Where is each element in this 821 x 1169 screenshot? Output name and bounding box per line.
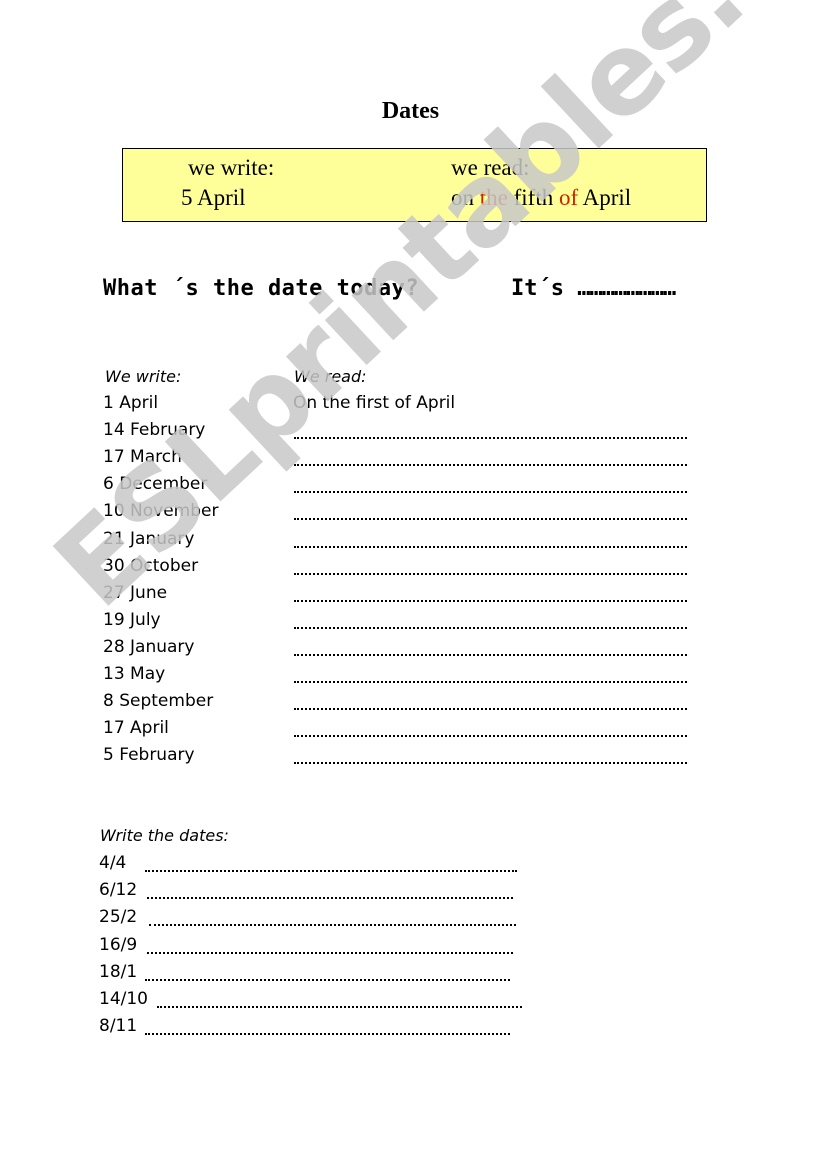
- answer-blank-line[interactable]: [294, 545, 687, 548]
- date-written: 14 February: [103, 420, 206, 441]
- date-code: 25/2: [99, 907, 138, 928]
- date-code: 8/11: [99, 1016, 138, 1037]
- example-read-value: on the fifth of April: [451, 184, 631, 212]
- answer-blank-line[interactable]: [294, 464, 687, 467]
- date-code: 14/10: [99, 989, 148, 1009]
- date-written: 28 January: [103, 636, 195, 657]
- answer-blank-line[interactable]: [147, 897, 513, 900]
- answer-blank-line[interactable]: [294, 599, 687, 602]
- answer-blank-line[interactable]: [157, 1006, 522, 1008]
- date-code: 18/1: [99, 961, 138, 982]
- table-row: 5 February: [103, 745, 703, 772]
- header-we-write: We write:: [105, 367, 182, 386]
- date-written: 10 November: [103, 501, 219, 522]
- write-dates-header: Write the dates:: [100, 826, 229, 845]
- answer-prefix: It´s: [511, 276, 564, 301]
- date-code: 6/12: [99, 880, 138, 901]
- date-written: 21 January: [103, 528, 195, 549]
- question-text: What ´s the date today?: [103, 276, 420, 301]
- answer-blank-line[interactable]: [294, 762, 687, 765]
- table-row: 21 January: [103, 529, 703, 556]
- table-row: 28 January: [103, 637, 703, 664]
- date-written: 6 December: [103, 474, 208, 495]
- answer-blank-line[interactable]: [294, 626, 687, 629]
- answer-blank-line[interactable]: [145, 978, 510, 981]
- answer-blank-line[interactable]: [145, 1033, 510, 1036]
- date-written: 17 March: [103, 447, 182, 468]
- example-write-value: 5 April: [181, 185, 246, 210]
- answer-blank[interactable]: ……………………: [577, 276, 676, 301]
- answer-blank-line[interactable]: [294, 437, 687, 440]
- date-written: 1 April: [103, 393, 159, 413]
- date-code: 16/9: [99, 934, 138, 955]
- page-title: Dates: [381, 98, 440, 124]
- answer-today: It´s ……………………: [511, 276, 676, 301]
- read-part: on: [451, 185, 480, 210]
- date-written: 5 February: [103, 745, 195, 766]
- answer-blank-line[interactable]: [147, 951, 513, 954]
- answer-blank-line[interactable]: [149, 924, 516, 927]
- answer-blank-line[interactable]: [294, 681, 687, 683]
- answer-blank-line[interactable]: [294, 572, 687, 575]
- table-row: 1 April On the first of April: [103, 393, 703, 420]
- table-row: 14 February: [103, 420, 703, 447]
- read-part: fifth: [507, 185, 559, 210]
- answer-blank-line[interactable]: [294, 653, 687, 656]
- date-written: 17 April: [103, 718, 169, 739]
- read-highlight-the: the: [479, 185, 508, 210]
- table-row: 17 April: [103, 718, 703, 745]
- answer-blank-line[interactable]: [145, 870, 517, 872]
- date-written: 27 June: [103, 582, 168, 603]
- answer-blank-line[interactable]: [294, 708, 687, 711]
- table-row: 27 June: [103, 583, 703, 610]
- read-part: April: [578, 185, 632, 210]
- header-we-read: We read:: [294, 367, 367, 386]
- table-row: 6 December: [103, 474, 703, 501]
- table-row: 17 March: [103, 447, 703, 474]
- example-write-label: we write:: [188, 155, 275, 180]
- table-row: 13 May: [103, 664, 703, 691]
- answer-blank-line[interactable]: [294, 491, 687, 494]
- table-row: 8 September: [103, 691, 703, 718]
- date-written: 13 May: [103, 664, 166, 684]
- example-box: we write: 5 April we read: on the fifth …: [122, 148, 707, 222]
- read-highlight-of: of: [558, 185, 579, 210]
- example-read-label: we read:: [451, 155, 530, 180]
- date-written: 8 September: [103, 691, 214, 712]
- table-row: 10 November: [103, 501, 703, 528]
- date-code: 4/4: [99, 853, 127, 873]
- answer-blank-line[interactable]: [294, 735, 687, 738]
- answer-blank-line[interactable]: [294, 518, 687, 521]
- worksheet-page: Dates we write: 5 April we read: on the …: [0, 0, 821, 1169]
- date-written: 19 July: [103, 609, 161, 630]
- date-read: On the first of April: [293, 393, 456, 413]
- table-row: 30 October: [103, 556, 703, 583]
- table-row: 19 July: [103, 610, 703, 637]
- date-written: 30 October: [103, 555, 199, 576]
